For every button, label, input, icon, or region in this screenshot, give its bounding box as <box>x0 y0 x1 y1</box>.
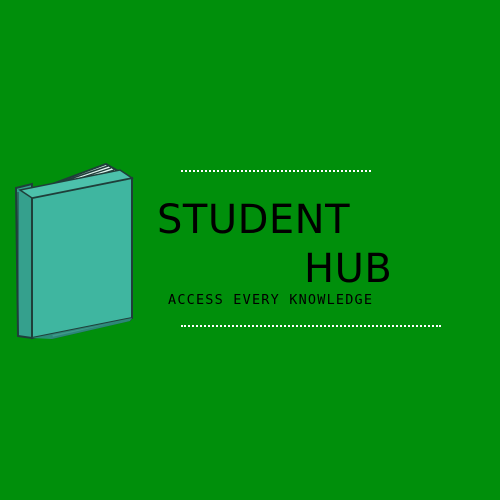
book-icon <box>14 162 134 340</box>
tagline: ACCESS EVERY KNOWLEDGE <box>168 292 374 308</box>
bottom-dotted-divider <box>181 325 441 327</box>
title-line-two: HUB <box>304 246 393 292</box>
top-dotted-divider <box>181 170 371 172</box>
logo-canvas: STUDENT HUB ACCESS EVERY KNOWLEDGE <box>0 0 500 500</box>
title-line-one: STUDENT <box>157 197 351 243</box>
